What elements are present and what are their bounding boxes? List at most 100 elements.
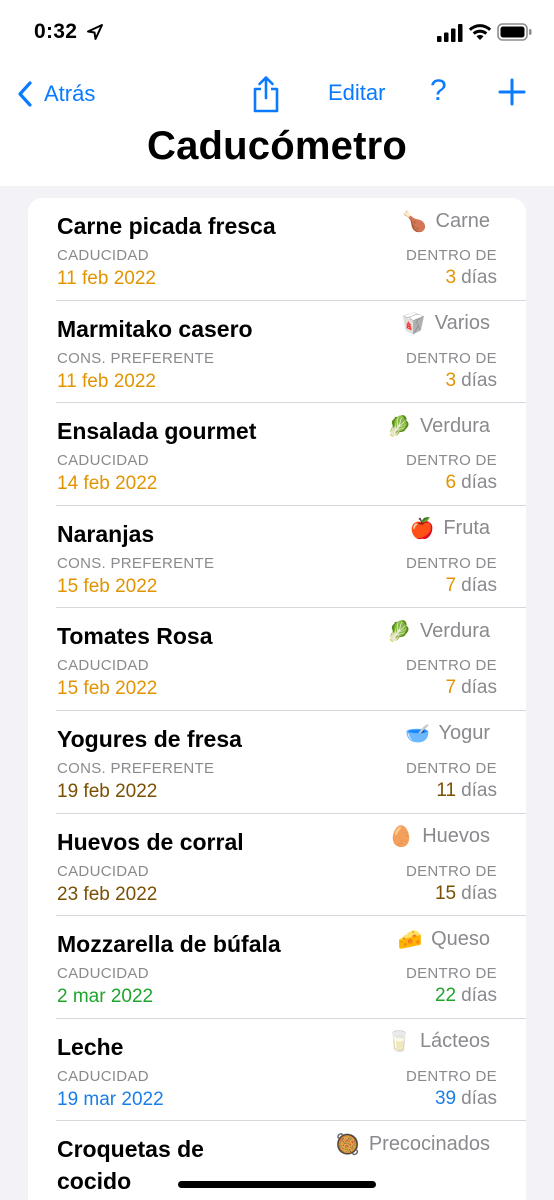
category-label: Lácteos [419,1030,490,1053]
date-type-label: CADUCIDAD [57,247,149,264]
category-tag: 🍗 Carne [402,208,490,234]
takeout-box-icon: 🥡 [401,313,427,336]
leafy-green-icon: 🥬 [386,620,412,643]
category-tag: 🥬 Verdura [386,413,490,439]
days-count: 6 [445,472,457,494]
plus-icon[interactable] [498,78,526,106]
within-label: DENTRO DE [405,657,497,675]
cheese-icon: 🧀 [397,928,423,951]
item-name: Yogures de fresa [57,725,242,752]
status-time: 0:32 [34,20,78,43]
days-remaining: 22 días [435,985,497,1007]
within-label: DENTRO DE [405,862,497,880]
expiry-date: 11 feb 2022 [57,370,156,392]
list-item[interactable]: Leche 🥛 Lácteos CADUCIDAD 19 mar 2022 DE… [28,1019,526,1122]
expiry-date: 2 mar 2022 [57,986,154,1008]
list-item[interactable]: Yogures de fresa 🥣 Yogur CONS. PREFERENT… [28,711,526,814]
within-label: DENTRO DE [405,1067,497,1085]
food-list: Carne picada fresca 🍗 Carne CADUCIDAD 11… [28,198,526,1200]
chevron-left-icon [18,81,32,107]
list-item[interactable]: Marmitako casero 🥡 Varios CONS. PREFEREN… [28,301,526,404]
list-item[interactable]: Tomates Rosa 🥬 Verdura CADUCIDAD 15 feb … [28,608,526,711]
days-count: 3 [445,369,457,391]
within-label: DENTRO DE [405,452,497,470]
list-item[interactable]: Croquetas de cocido 🥘 Precocinados [28,1121,526,1200]
meat-icon: 🍗 [402,210,427,233]
edit-button[interactable]: Editar [328,80,385,106]
home-indicator[interactable] [178,1181,376,1188]
back-button[interactable]: Atrás [16,78,95,110]
days-count: 7 [445,677,457,699]
expiry-date: 14 feb 2022 [57,473,158,495]
list-item[interactable]: Huevos de corral 🥚 Huevos CADUCIDAD 23 f… [28,814,526,917]
item-name: Tomates Rosa [57,623,213,650]
list-item[interactable]: Mozzarella de búfala 🧀 Queso CADUCIDAD 2… [28,916,526,1019]
days-remaining: 39 días [435,1088,497,1110]
list-item[interactable]: Naranjas 🍎 Fruta CONS. PREFERENTE 15 feb… [28,506,526,609]
days-count: 7 [445,574,457,596]
within-label: DENTRO DE [405,247,497,264]
category-label: Verdura [419,619,490,642]
category-tag: 🧀 Queso [397,926,490,952]
days-unit: días [461,985,497,1007]
status-bar: 0:32 [0,0,554,66]
category-label: Queso [431,927,490,950]
within-label: DENTRO DE [405,349,497,367]
within-label: DENTRO DE [405,965,497,983]
category-label: Carne [435,209,490,232]
date-type-label: CADUCIDAD [57,965,149,983]
category-label: Varios [434,312,490,335]
days-remaining: 7 días [446,677,498,699]
category-tag: 🍎 Fruta [409,516,490,542]
top-bar: 0:32 Atrás Editar ? Caducómetro [0,0,554,186]
days-unit: días [461,882,497,904]
days-unit: días [461,574,497,596]
egg-icon: 🥚 [388,826,414,849]
category-tag: 🥘 Precocinados [335,1131,490,1157]
navigation-bar: Atrás Editar ? [0,66,554,126]
days-remaining: 11 días [436,780,497,802]
list-item[interactable]: Carne picada fresca 🍗 Carne CADUCIDAD 11… [28,198,526,301]
days-unit: días [461,779,497,801]
days-count: 15 [434,882,457,904]
days-remaining: 7 días [446,575,498,597]
expiry-date: 19 feb 2022 [57,780,158,802]
within-label: DENTRO DE [405,759,497,777]
item-name: Huevos de corral [57,828,244,855]
milk-glass-icon: 🥛 [386,1031,412,1054]
share-icon[interactable] [250,74,282,114]
date-type-label: CONS. PREFERENTE [57,349,215,367]
date-type-label: CADUCIDAD [57,862,149,880]
battery-icon [497,23,532,41]
expiry-date: 23 feb 2022 [57,883,158,905]
days-count: 22 [434,985,457,1007]
item-name: Naranjas [57,520,155,547]
days-count: 39 [434,1087,457,1109]
list-item[interactable]: Ensalada gourmet 🥬 Verdura CADUCIDAD 14 … [28,403,526,506]
days-remaining: 3 días [446,267,498,289]
days-unit: días [461,369,497,391]
category-tag: 🥚 Huevos [388,824,490,850]
days-unit: días [461,677,497,699]
apple-icon: 🍎 [409,518,435,541]
page-title: Caducómetro [146,124,407,168]
within-label: DENTRO DE [405,554,497,572]
date-type-label: CONS. PREFERENTE [57,554,215,572]
expiry-date: 15 feb 2022 [57,575,158,597]
days-remaining: 3 días [446,370,498,392]
help-button[interactable]: ? [430,74,447,108]
category-label: Yogur [438,722,490,745]
date-type-label: CADUCIDAD [57,657,149,675]
item-name: Leche [57,1033,124,1060]
category-label: Fruta [443,517,490,540]
expiry-date: 19 mar 2022 [57,1088,164,1110]
date-type-label: CADUCIDAD [57,452,149,470]
days-unit: días [461,472,497,494]
category-tag: 🥬 Verdura [386,618,490,644]
days-remaining: 15 días [435,883,497,905]
cellular-signal-icon [437,24,463,42]
days-unit: días [461,1087,497,1109]
days-count: 11 [436,779,457,801]
expiry-date: 15 feb 2022 [57,678,158,700]
days-remaining: 6 días [446,472,498,494]
